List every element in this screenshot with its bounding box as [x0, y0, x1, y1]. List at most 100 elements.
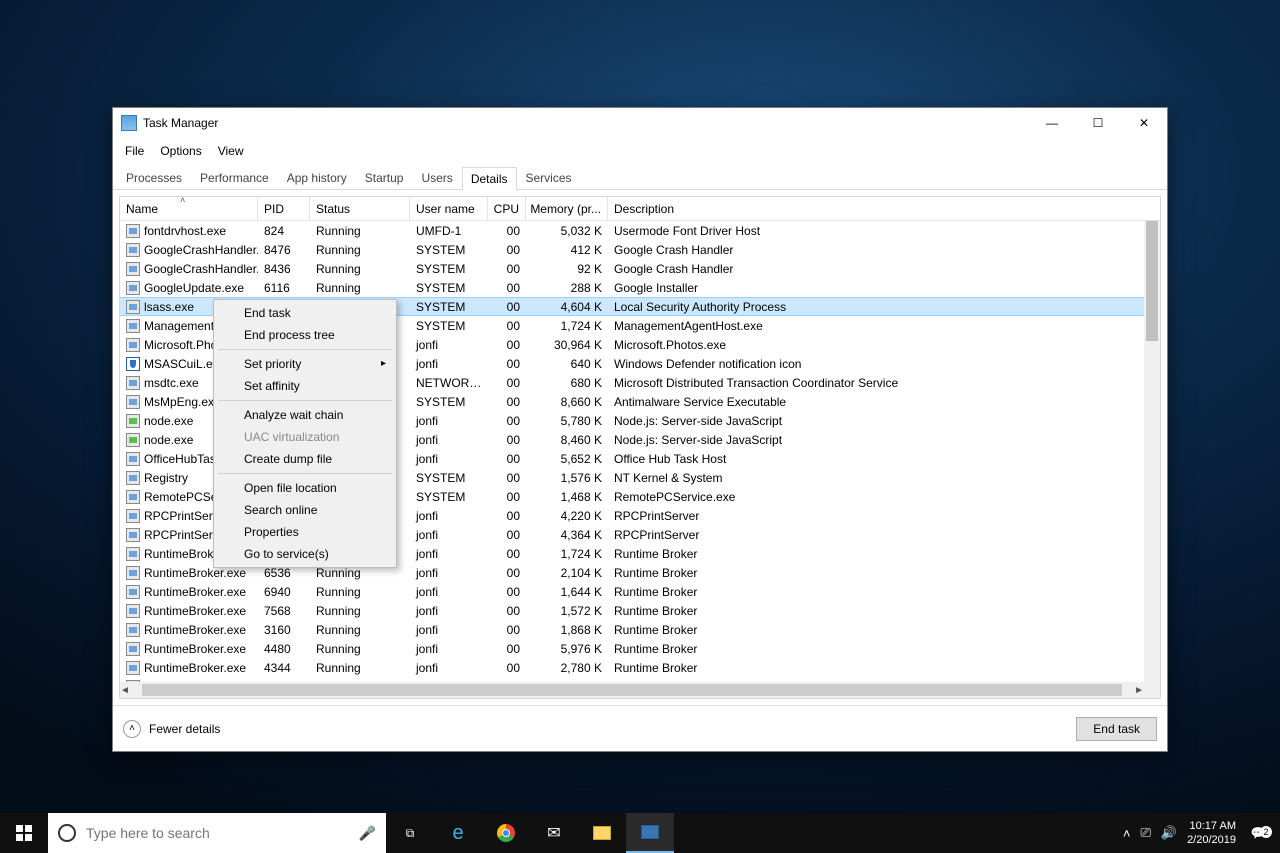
- horizontal-scrollbar[interactable]: ◄►: [120, 682, 1144, 698]
- file-explorer-icon[interactable]: [578, 813, 626, 853]
- process-user: SYSTEM: [410, 281, 488, 295]
- tab-app-history[interactable]: App history: [278, 166, 356, 189]
- col-memory[interactable]: Memory (pr...: [526, 197, 608, 220]
- process-cpu: 00: [488, 300, 526, 314]
- process-user: jonfi: [410, 414, 488, 428]
- process-user: jonfi: [410, 604, 488, 618]
- footer: ˄ Fewer details End task: [113, 705, 1167, 751]
- process-pid: 4480: [258, 642, 310, 656]
- menu-item-create-dump-file[interactable]: Create dump file: [216, 448, 394, 470]
- process-name: RemotePCSer: [144, 490, 221, 504]
- tab-processes[interactable]: Processes: [117, 166, 191, 189]
- menu-item-analyze-wait-chain[interactable]: Analyze wait chain: [216, 404, 394, 426]
- tray-overflow-icon[interactable]: ˄: [1123, 826, 1131, 841]
- process-row[interactable]: RuntimeBroker.exe7568Runningjonfi001,572…: [120, 601, 1144, 620]
- process-user: jonfi: [410, 528, 488, 542]
- chrome-icon[interactable]: [482, 813, 530, 853]
- scrollbar-thumb[interactable]: [1146, 221, 1158, 341]
- fewer-details-button[interactable]: ˄ Fewer details: [123, 720, 220, 738]
- chevron-up-icon: ˄: [123, 720, 141, 738]
- process-user: SYSTEM: [410, 471, 488, 485]
- process-description: ManagementAgentHost.exe: [608, 319, 1144, 333]
- process-cpu: 00: [488, 395, 526, 409]
- clock[interactable]: 10:17 AM 2/20/2019: [1187, 819, 1236, 847]
- process-icon: [126, 243, 140, 257]
- process-icon: [126, 338, 140, 352]
- process-description: Runtime Broker: [608, 585, 1144, 599]
- menu-item-open-file-location[interactable]: Open file location: [216, 477, 394, 499]
- col-status[interactable]: Status: [310, 197, 410, 220]
- process-description: Usermode Font Driver Host: [608, 224, 1144, 238]
- col-cpu[interactable]: CPU: [488, 197, 526, 220]
- process-memory: 8,460 K: [526, 433, 608, 447]
- menu-item-go-to-service-s-[interactable]: Go to service(s): [216, 543, 394, 565]
- process-description: Google Installer: [608, 281, 1144, 295]
- col-pid[interactable]: PID: [258, 197, 310, 220]
- process-cpu: 00: [488, 566, 526, 580]
- clock-time: 10:17 AM: [1187, 819, 1236, 833]
- col-name[interactable]: Name˄: [120, 197, 258, 220]
- process-user: jonfi: [410, 338, 488, 352]
- close-button[interactable]: ✕: [1121, 108, 1167, 138]
- start-button[interactable]: [0, 813, 48, 853]
- search-input[interactable]: [86, 825, 349, 841]
- col-description[interactable]: Description: [608, 197, 1160, 220]
- minimize-button[interactable]: —: [1029, 108, 1075, 138]
- process-row[interactable]: RuntimeBroker.exe4344Runningjonfi002,780…: [120, 658, 1144, 677]
- action-center-icon[interactable]: 💬2: [1246, 826, 1270, 840]
- process-row[interactable]: fontdrvhost.exe824RunningUMFD-1005,032 K…: [120, 221, 1144, 240]
- vertical-scrollbar[interactable]: [1144, 221, 1160, 682]
- menu-options[interactable]: Options: [152, 141, 209, 161]
- menu-item-end-task[interactable]: End task: [216, 302, 394, 324]
- column-headers: Name˄ PID Status User name CPU Memory (p…: [120, 197, 1160, 221]
- process-pid: 4344: [258, 661, 310, 675]
- menu-item-set-priority[interactable]: Set priority▸: [216, 353, 394, 375]
- process-row[interactable]: RuntimeBroker.exe3160Runningjonfi001,868…: [120, 620, 1144, 639]
- mail-icon[interactable]: ✉: [530, 813, 578, 853]
- titlebar[interactable]: Task Manager — ☐ ✕: [113, 108, 1167, 138]
- process-status: Running: [310, 642, 410, 656]
- tab-users[interactable]: Users: [412, 166, 461, 189]
- process-user: jonfi: [410, 566, 488, 580]
- process-icon: [126, 395, 140, 409]
- process-memory: 1,724 K: [526, 319, 608, 333]
- process-pid: 824: [258, 224, 310, 238]
- search-box[interactable]: 🎤: [48, 813, 386, 853]
- task-manager-taskbar-icon[interactable]: [626, 813, 674, 853]
- process-row[interactable]: RuntimeBroker.exe4480Runningjonfi005,976…: [120, 639, 1144, 658]
- menu-item-search-online[interactable]: Search online: [216, 499, 394, 521]
- process-user: jonfi: [410, 642, 488, 656]
- volume-icon[interactable]: 🔊: [1161, 825, 1177, 841]
- menu-item-set-affinity[interactable]: Set affinity: [216, 375, 394, 397]
- menu-separator: [218, 349, 392, 350]
- tab-services[interactable]: Services: [517, 166, 581, 189]
- end-task-button[interactable]: End task: [1076, 717, 1157, 741]
- process-user: SYSTEM: [410, 490, 488, 504]
- tab-performance[interactable]: Performance: [191, 166, 278, 189]
- process-row[interactable]: GoogleCrashHandler...8476RunningSYSTEM00…: [120, 240, 1144, 259]
- col-user[interactable]: User name: [410, 197, 488, 220]
- process-user: jonfi: [410, 661, 488, 675]
- task-view-button[interactable]: ⧉: [386, 813, 434, 853]
- process-memory: 5,780 K: [526, 414, 608, 428]
- process-row[interactable]: GoogleCrashHandler...8436RunningSYSTEM00…: [120, 259, 1144, 278]
- maximize-button[interactable]: ☐: [1075, 108, 1121, 138]
- process-name: RuntimeBroker.exe: [144, 661, 246, 675]
- tab-details[interactable]: Details: [462, 167, 517, 190]
- edge-icon[interactable]: e: [434, 813, 482, 853]
- process-name: RuntimeBroke: [144, 547, 220, 561]
- network-icon[interactable]: ⎚: [1140, 825, 1150, 841]
- process-icon: [126, 547, 140, 561]
- process-row[interactable]: RuntimeBroker.exe6940Runningjonfi001,644…: [120, 582, 1144, 601]
- menu-view[interactable]: View: [210, 141, 252, 161]
- menu-file[interactable]: File: [117, 141, 152, 161]
- menu-separator: [218, 473, 392, 474]
- process-cpu: 00: [488, 623, 526, 637]
- tab-startup[interactable]: Startup: [356, 166, 413, 189]
- microphone-icon[interactable]: 🎤: [359, 825, 376, 842]
- process-user: jonfi: [410, 623, 488, 637]
- process-row[interactable]: GoogleUpdate.exe6116RunningSYSTEM00288 K…: [120, 278, 1144, 297]
- menu-item-properties[interactable]: Properties: [216, 521, 394, 543]
- menu-item-end-process-tree[interactable]: End process tree: [216, 324, 394, 346]
- process-description: RemotePCService.exe: [608, 490, 1144, 504]
